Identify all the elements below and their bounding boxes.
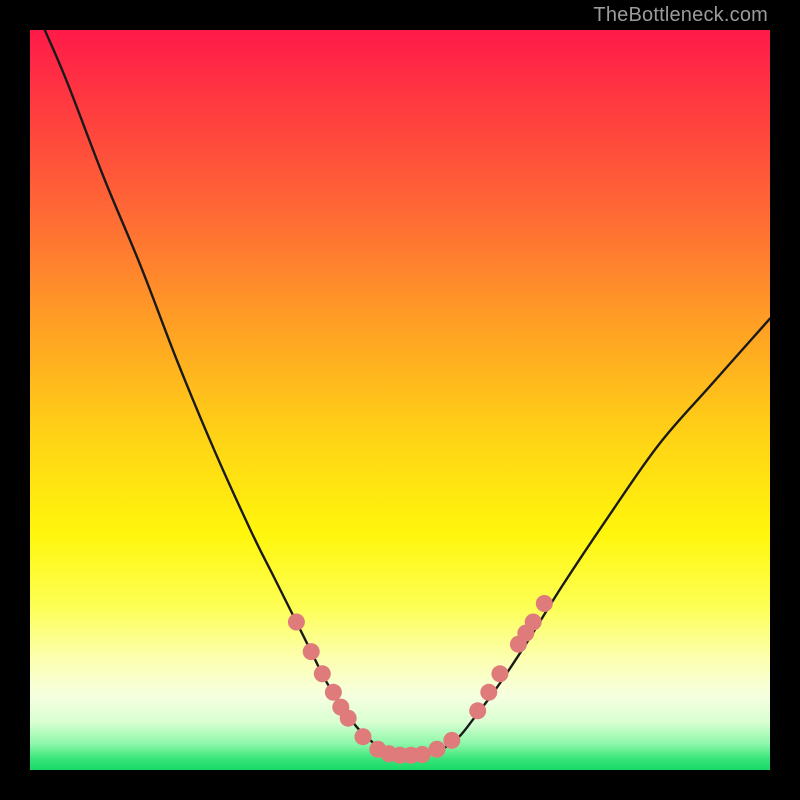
- curve-layer: [30, 30, 770, 770]
- curve-marker: [536, 595, 553, 612]
- curve-marker: [491, 665, 508, 682]
- curve-marker: [314, 665, 331, 682]
- curve-marker: [443, 732, 460, 749]
- plot-area: [30, 30, 770, 770]
- curve-markers: [288, 595, 553, 764]
- curve-marker: [525, 614, 542, 631]
- curve-marker: [480, 684, 497, 701]
- curve-marker: [303, 643, 320, 660]
- curve-marker: [325, 684, 342, 701]
- curve-marker: [429, 741, 446, 758]
- curve-marker: [355, 728, 372, 745]
- curve-marker: [288, 614, 305, 631]
- curve-marker: [469, 702, 486, 719]
- chart-frame: TheBottleneck.com: [0, 0, 800, 800]
- watermark-text: TheBottleneck.com: [593, 0, 768, 30]
- curve-marker: [414, 746, 431, 763]
- bottleneck-curve: [45, 30, 770, 756]
- curve-marker: [340, 710, 357, 727]
